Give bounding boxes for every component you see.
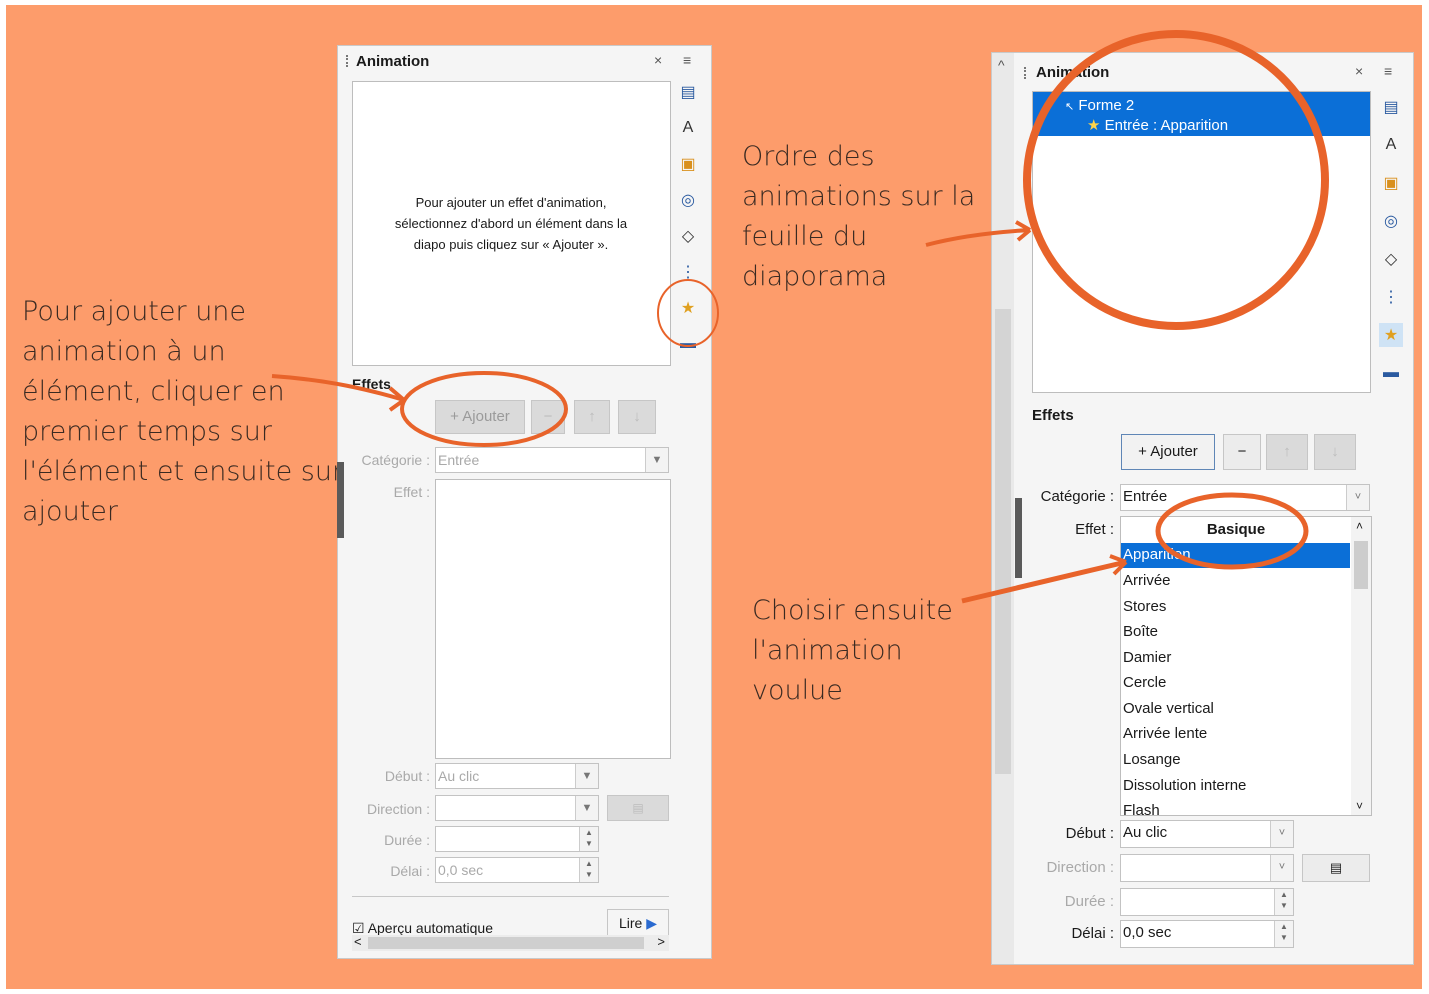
highlight-add-button-circle bbox=[400, 371, 568, 447]
arrow-to-add-button bbox=[271, 374, 405, 402]
highlight-animation-list-circle bbox=[1023, 30, 1329, 330]
highlight-animation-icon-circle bbox=[657, 279, 719, 347]
annotation-overlay bbox=[271, 30, 1329, 604]
highlight-basique-circle bbox=[1155, 492, 1309, 570]
arrow-to-animation-list bbox=[925, 228, 1031, 247]
arrow-to-effect-list bbox=[961, 559, 1127, 604]
